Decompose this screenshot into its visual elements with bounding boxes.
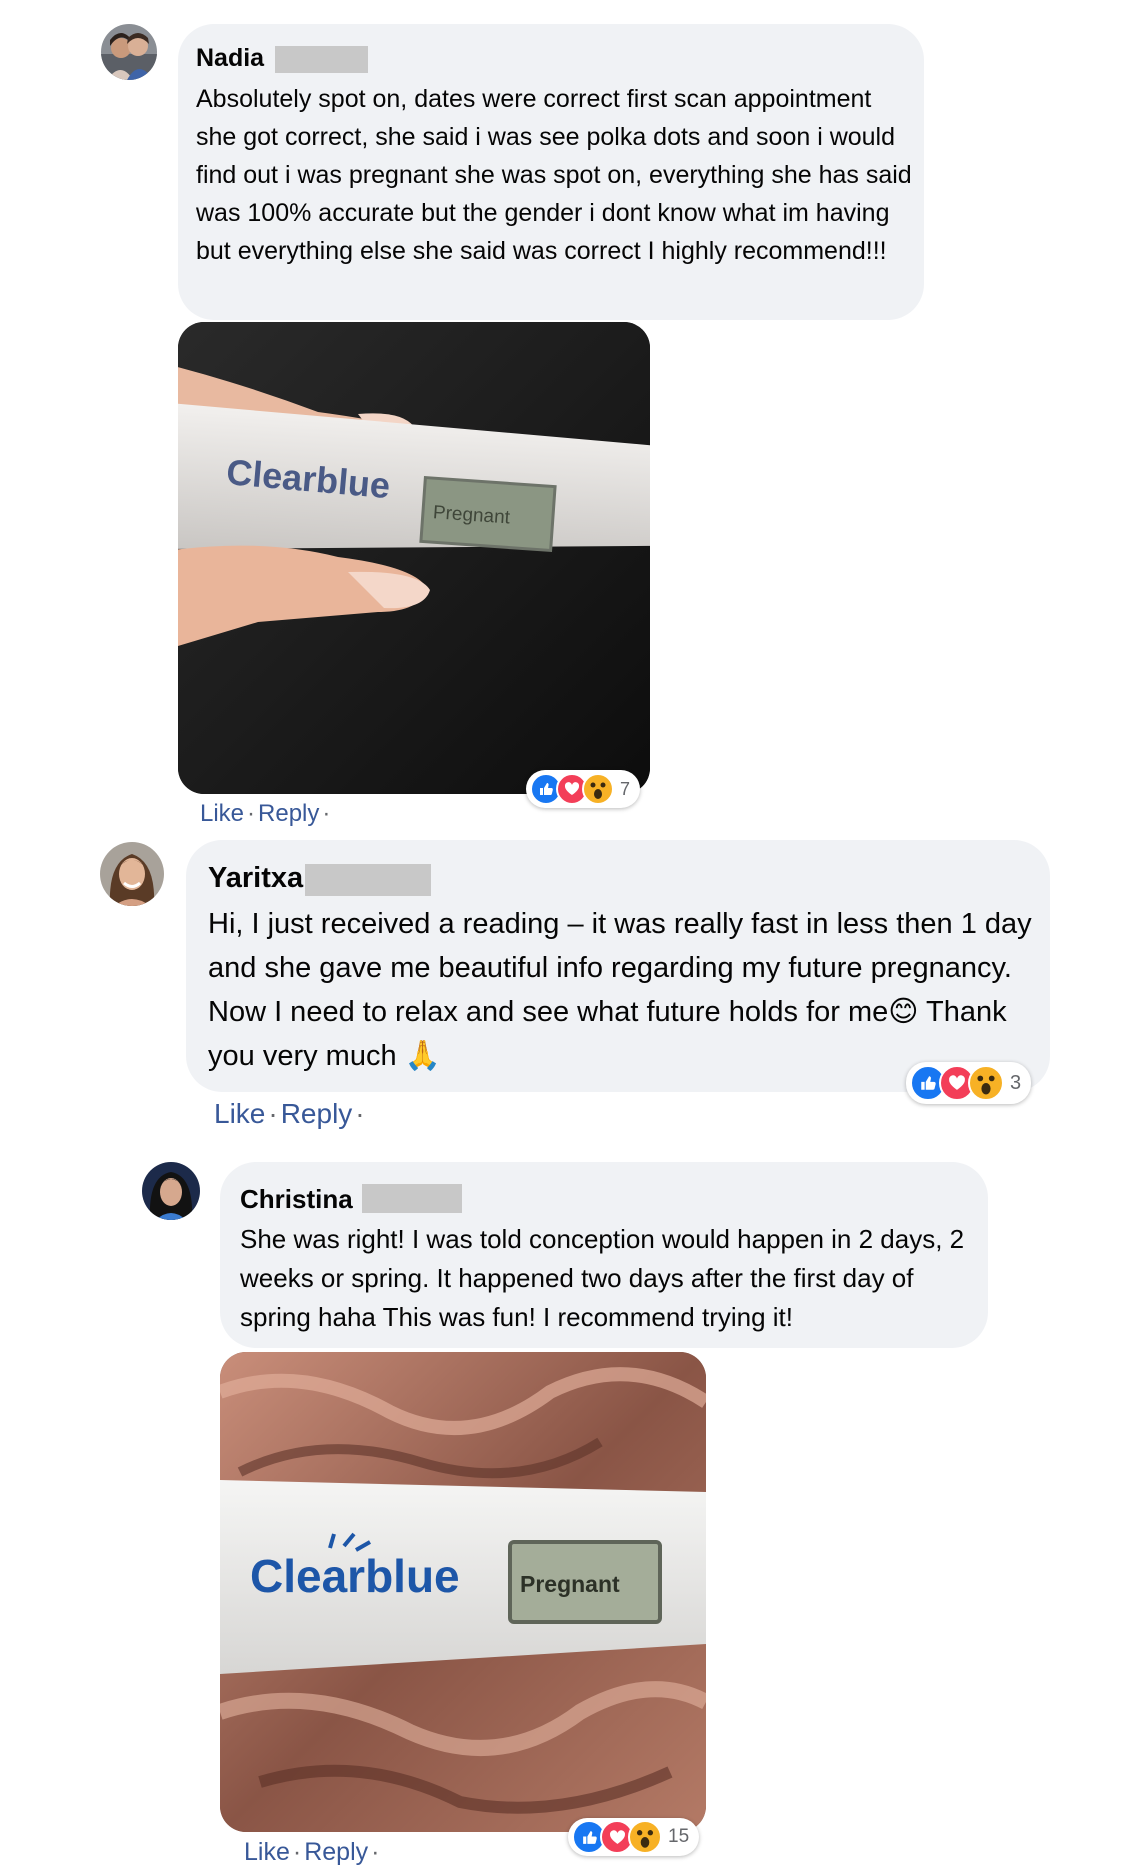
comment-text: Hi, I just received a reading – it was r…	[208, 908, 1032, 1072]
wow-icon	[582, 773, 614, 805]
separator-dot: ·	[268, 1098, 278, 1129]
separator-dot: ·	[355, 1098, 365, 1129]
comment-actions: Like · Reply ·	[244, 1838, 382, 1867]
reply-link[interactable]: Reply	[258, 800, 319, 827]
comment-actions: Like · Reply ·	[214, 1098, 368, 1130]
separator-dot: ·	[247, 800, 256, 827]
pregnancy-test-photo[interactable]: Clearblue Pregnant	[178, 322, 650, 794]
separator-dot: ·	[322, 800, 331, 827]
separator-dot: ·	[292, 1838, 302, 1866]
reply-link[interactable]: Reply	[281, 1098, 353, 1129]
comment-text: She was right! I was told conception wou…	[240, 1224, 965, 1332]
comment-author[interactable]: Nadia	[196, 44, 264, 73]
comment-author[interactable]: Yaritxa	[208, 862, 303, 895]
redacted-surname	[275, 46, 368, 73]
like-link[interactable]: Like	[244, 1838, 290, 1866]
reaction-count: 3	[1010, 1071, 1022, 1094]
wow-icon	[968, 1065, 1004, 1101]
like-link[interactable]: Like	[200, 800, 244, 827]
redacted-surname	[305, 864, 431, 896]
svg-text:Clearblue: Clearblue	[250, 1550, 460, 1602]
redacted-surname	[362, 1184, 462, 1213]
svg-text:Pregnant: Pregnant	[520, 1571, 620, 1597]
separator-dot: ·	[371, 1838, 380, 1866]
comment-text: Absolutely spot on, dates were correct f…	[196, 85, 912, 265]
reaction-summary[interactable]: 3	[906, 1062, 1032, 1104]
comment-actions: Like · Reply ·	[200, 800, 333, 828]
like-link[interactable]: Like	[214, 1098, 265, 1129]
avatar-yaritxa[interactable]	[100, 842, 164, 906]
wow-icon	[628, 1820, 662, 1854]
avatar-christina[interactable]	[142, 1162, 200, 1220]
avatar-nadia[interactable]	[101, 24, 157, 80]
reaction-summary[interactable]: 15	[568, 1818, 700, 1856]
reaction-count: 7	[620, 778, 631, 799]
comment-author[interactable]: Christina	[240, 1184, 353, 1215]
reaction-count: 15	[668, 1826, 690, 1847]
reply-link[interactable]: Reply	[304, 1838, 368, 1866]
reaction-summary[interactable]: 7	[526, 770, 641, 808]
pregnancy-test-photo[interactable]: Clearblue Pregnant	[220, 1352, 706, 1832]
